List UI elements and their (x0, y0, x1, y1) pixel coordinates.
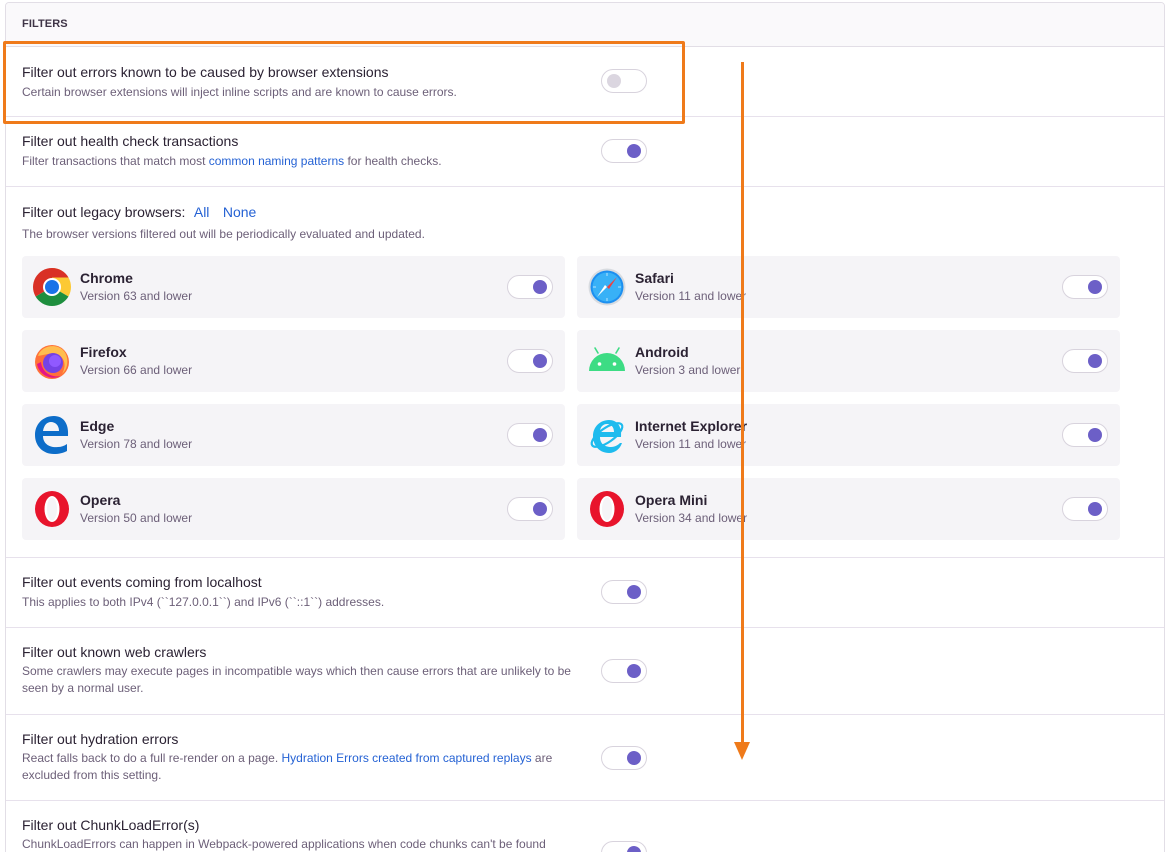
toggle-knob (1088, 428, 1102, 442)
filter-title: Filter out hydration errors (22, 731, 179, 747)
browser-version: Version 50 and lower (80, 511, 193, 525)
filter-row-browser-extensions: Filter out errors known to be caused by … (6, 47, 1164, 117)
hydration-errors-toggle[interactable] (601, 746, 647, 770)
filters-panel: FILTERS Filter out errors known to be ca… (5, 2, 1165, 852)
firefox-icon (35, 345, 69, 379)
common-naming-patterns-link[interactable]: common naming patterns (209, 154, 344, 168)
toggle-knob (533, 354, 547, 368)
browser-card-chrome: Chrome Version 63 and lower (22, 256, 565, 318)
health-check-toggle[interactable] (601, 139, 647, 163)
browser-card-internet-explorer: Internet Explorer Version 11 and lower (577, 404, 1120, 466)
browser-version: Version 63 and lower (80, 289, 193, 303)
description-text: React falls back to do a full re-render … (22, 751, 282, 765)
browser-version: Version 11 and lower (635, 289, 747, 303)
browser-card-firefox: Firefox Version 66 and lower (22, 330, 565, 392)
browser-extensions-toggle[interactable] (601, 69, 647, 93)
toggle-knob (1088, 280, 1102, 294)
browser-name: Chrome (80, 270, 133, 286)
browser-version: Version 34 and lower (635, 511, 748, 525)
filter-title: Filter out health check transactions (22, 133, 239, 149)
filter-row-web-crawlers: Filter out known web crawlers Some crawl… (6, 628, 1164, 715)
filter-row-hydration-errors: Filter out hydration errors React falls … (6, 715, 1164, 801)
browser-card-opera: Opera Version 50 and lower (22, 478, 565, 540)
filter-description: React falls back to do a full re-render … (22, 750, 582, 784)
filter-description: Filter transactions that match most comm… (22, 153, 442, 170)
toggle-knob (1088, 354, 1102, 368)
hydration-replays-link[interactable]: Hydration Errors created from captured r… (281, 751, 531, 765)
browser-name: Android (635, 344, 689, 360)
localhost-toggle[interactable] (601, 580, 647, 604)
browser-grid: Chrome Version 63 and lower Safari Versi… (22, 256, 1120, 540)
browser-version: Version 78 and lower (80, 437, 193, 451)
chunkload-errors-toggle[interactable] (601, 841, 647, 852)
toggle-knob (533, 502, 547, 516)
select-all-link[interactable]: All (194, 204, 210, 220)
browser-name: Firefox (80, 344, 127, 360)
select-none-link[interactable]: None (223, 204, 256, 220)
android-icon (589, 347, 625, 371)
opera-mini-icon (590, 491, 624, 527)
browser-card-android: Android Version 3 and lower (577, 330, 1120, 392)
toggle-knob (533, 280, 547, 294)
browser-name: Opera Mini (635, 492, 708, 508)
filter-description: ChunkLoadErrors can happen in Webpack-po… (22, 837, 546, 851)
filter-title: Filter out legacy browsers: (22, 204, 186, 220)
toggle-knob (533, 428, 547, 442)
browser-version: Version 3 and lower (635, 363, 741, 377)
chrome-toggle[interactable] (507, 275, 553, 299)
browser-name: Safari (635, 270, 674, 286)
filter-row-health-check: Filter out health check transactions Fil… (6, 117, 1164, 187)
chrome-icon (33, 268, 71, 306)
filter-description: Some crawlers may execute pages in incom… (22, 664, 571, 695)
web-crawlers-toggle[interactable] (601, 659, 647, 683)
browser-name: Internet Explorer (635, 418, 748, 434)
firefox-toggle[interactable] (507, 349, 553, 373)
toggle-knob (607, 74, 621, 88)
filter-title: Filter out ChunkLoadError(s) (22, 817, 200, 833)
legacy-header: Filter out legacy browsers: All None (22, 187, 1120, 222)
internet-explorer-icon (590, 420, 624, 453)
browser-name: Opera (80, 492, 121, 508)
filter-row-localhost: Filter out events coming from localhost … (6, 558, 1164, 628)
safari-toggle[interactable] (1062, 275, 1108, 299)
description-text: Filter transactions that match most (22, 154, 209, 168)
browser-version: Version 11 and lower (635, 437, 747, 451)
toggle-knob (627, 751, 641, 765)
annotation-arrow-line (741, 62, 744, 746)
toggle-knob (1088, 502, 1102, 516)
browser-card-edge: Edge Version 78 and lower (22, 404, 565, 466)
opera-icon (35, 491, 69, 527)
toggle-knob (627, 144, 641, 158)
description-text: for health checks. (344, 154, 442, 168)
browser-version: Version 66 and lower (80, 363, 193, 377)
edge-toggle[interactable] (507, 423, 553, 447)
filter-description: Certain browser extensions will inject i… (22, 85, 457, 99)
panel-header: FILTERS (6, 3, 1164, 47)
filter-row-chunkload-errors: Filter out ChunkLoadError(s) ChunkLoadEr… (6, 801, 1164, 852)
android-toggle[interactable] (1062, 349, 1108, 373)
edge-icon (35, 416, 69, 454)
browser-card-safari: Safari Version 11 and lower (577, 256, 1120, 318)
filter-description: This applies to both IPv4 (``127.0.0.1``… (22, 595, 385, 609)
opera-toggle[interactable] (507, 497, 553, 521)
filter-title: Filter out errors known to be caused by … (22, 64, 389, 80)
filter-title: Filter out events coming from localhost (22, 574, 262, 590)
toggle-knob (627, 664, 641, 678)
filter-row-legacy-browsers: Filter out legacy browsers: All None The… (6, 187, 1164, 558)
browser-card-opera-mini: Opera Mini Version 34 and lower (577, 478, 1120, 540)
filter-title: Filter out known web crawlers (22, 644, 207, 660)
toggle-knob (627, 585, 641, 599)
toggle-knob (627, 846, 641, 852)
opera-mini-toggle[interactable] (1062, 497, 1108, 521)
annotation-arrow-head (734, 742, 750, 760)
filter-description: The browser versions filtered out will b… (22, 227, 425, 241)
browser-name: Edge (80, 418, 115, 434)
internet-explorer-toggle[interactable] (1062, 423, 1108, 447)
safari-icon (588, 268, 626, 306)
